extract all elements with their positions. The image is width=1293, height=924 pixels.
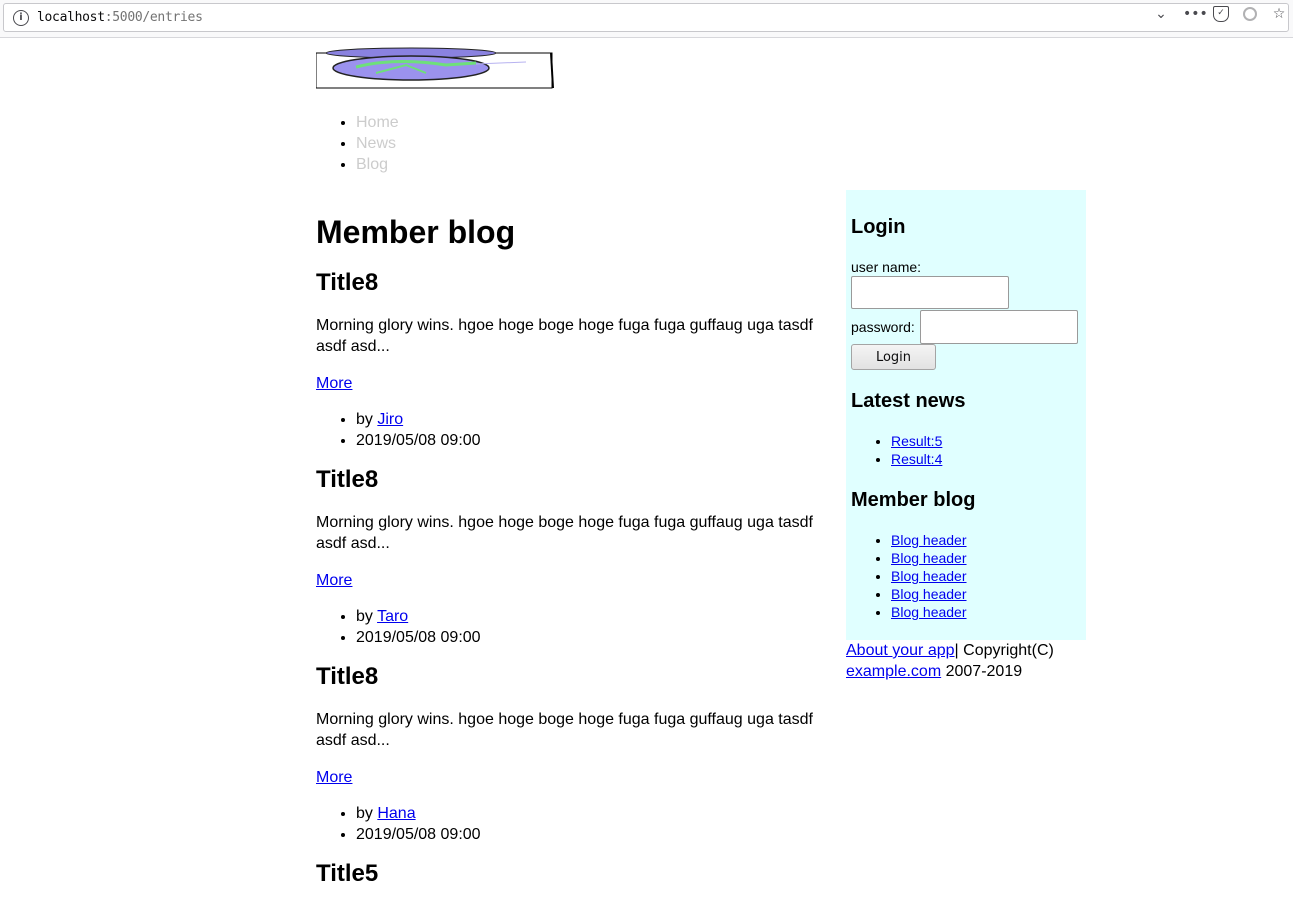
nav-item-blog: Blog xyxy=(356,154,399,175)
blog-link[interactable]: Blog header xyxy=(891,550,967,566)
news-item: Result:5 xyxy=(891,432,942,450)
entry-meta: by Taro 2019/05/08 09:00 xyxy=(316,606,846,648)
entry-excerpt: Morning glory wins. hgoe hoge boge hoge … xyxy=(316,514,813,552)
login-heading: Login xyxy=(851,216,906,238)
blog-link[interactable]: Blog header xyxy=(891,532,967,548)
entry-excerpt: Morning glory wins. hgoe hoge boge hoge … xyxy=(316,317,813,355)
main-content: Member blog Title8 Morning glory wins. h… xyxy=(316,196,846,906)
page-title: Member blog xyxy=(316,214,516,250)
news-link[interactable]: Result:4 xyxy=(891,451,942,467)
sidebar: Login user name: password: Login Latest … xyxy=(846,190,1086,640)
blog-item: Blog header xyxy=(891,531,967,549)
author-link[interactable]: Jiro xyxy=(377,411,403,428)
member-blog-heading: Member blog xyxy=(851,489,976,511)
by-label: by xyxy=(356,805,378,822)
entry-author: by Jiro xyxy=(356,409,846,430)
password-input[interactable] xyxy=(920,310,1078,344)
blog-entry: Title8 Morning glory wins. hgoe hoge bog… xyxy=(316,269,846,451)
news-list: Result:5 Result:4 xyxy=(851,432,942,468)
url-text[interactable]: localhost:5000/entries xyxy=(37,10,203,25)
copyright-years: 2007-2019 xyxy=(941,663,1023,680)
pocket-icon[interactable]: ✓ xyxy=(1213,6,1229,22)
browser-toolbar: i localhost:5000/entries ⌄ ••• ✓ ☆ xyxy=(0,0,1293,38)
blog-item: Blog header xyxy=(891,567,967,585)
url-path: :5000/entries xyxy=(104,10,203,25)
more-options-icon[interactable]: ••• xyxy=(1183,6,1208,22)
copyright-text: | Copyright(C) xyxy=(954,642,1054,659)
toolbar-icons: ⌄ ••• ✓ ☆ xyxy=(1153,4,1287,24)
site-logo xyxy=(315,47,555,89)
entry-author: by Taro xyxy=(356,606,846,627)
by-label: by xyxy=(356,608,378,625)
username-label: user name: xyxy=(851,259,922,275)
news-link[interactable]: Result:5 xyxy=(891,433,942,449)
footer: About your app| Copyright(C) example.com… xyxy=(846,640,1086,682)
blog-link[interactable]: Blog header xyxy=(891,586,967,602)
password-label: password: xyxy=(851,319,915,335)
nav-link-blog[interactable]: Blog xyxy=(356,156,388,173)
more-link[interactable]: More xyxy=(316,767,846,788)
entry-title: Title8 xyxy=(316,663,379,690)
info-icon[interactable]: i xyxy=(13,10,29,26)
entry-meta: by Jiro 2019/05/08 09:00 xyxy=(316,409,846,451)
top-nav: Home News Blog xyxy=(316,112,399,175)
more-link[interactable]: More xyxy=(316,373,846,394)
news-item: Result:4 xyxy=(891,450,942,468)
entry-date: 2019/05/08 09:00 xyxy=(356,824,846,845)
nav-link-news[interactable]: News xyxy=(356,135,396,152)
chevron-down-icon[interactable]: ⌄ xyxy=(1153,6,1169,22)
entry-title: Title8 xyxy=(316,269,379,296)
latest-news-heading: Latest news xyxy=(851,390,966,412)
blog-link[interactable]: Blog header xyxy=(891,568,967,584)
bookmark-star-icon[interactable]: ☆ xyxy=(1271,6,1287,22)
entry-date: 2019/05/08 09:00 xyxy=(356,430,846,451)
blog-entry: Title8 Morning glory wins. hgoe hoge bog… xyxy=(316,663,846,845)
entry-date: 2019/05/08 09:00 xyxy=(356,627,846,648)
blog-entry: Title8 Morning glory wins. hgoe hoge bog… xyxy=(316,466,846,648)
login-button[interactable]: Login xyxy=(851,344,936,370)
address-bar[interactable]: i localhost:5000/entries xyxy=(3,3,1289,32)
blog-list: Blog header Blog header Blog header Blog… xyxy=(851,531,967,621)
url-host: localhost xyxy=(37,10,105,25)
entry-title: Title8 xyxy=(316,466,379,493)
site-link[interactable]: example.com xyxy=(846,663,941,680)
entry-excerpt: Morning glory wins. hgoe hoge boge hoge … xyxy=(316,711,813,749)
author-link[interactable]: Hana xyxy=(377,805,415,822)
username-input[interactable] xyxy=(851,276,1009,309)
entry-author: by Hana xyxy=(356,803,846,824)
blog-item: Blog header xyxy=(891,585,967,603)
author-link[interactable]: Taro xyxy=(377,608,408,625)
nav-item-news: News xyxy=(356,133,399,154)
blog-entry: Title5 xyxy=(316,860,846,888)
loading-icon xyxy=(1243,7,1257,21)
by-label: by xyxy=(356,411,378,428)
nav-item-home: Home xyxy=(356,112,399,133)
about-link[interactable]: About your app xyxy=(846,642,955,659)
entry-meta: by Hana 2019/05/08 09:00 xyxy=(316,803,846,845)
blog-item: Blog header xyxy=(891,603,967,621)
blog-item: Blog header xyxy=(891,549,967,567)
entry-title: Title5 xyxy=(316,860,379,887)
nav-link-home[interactable]: Home xyxy=(356,114,399,131)
more-link[interactable]: More xyxy=(316,570,846,591)
blog-link[interactable]: Blog header xyxy=(891,604,967,620)
